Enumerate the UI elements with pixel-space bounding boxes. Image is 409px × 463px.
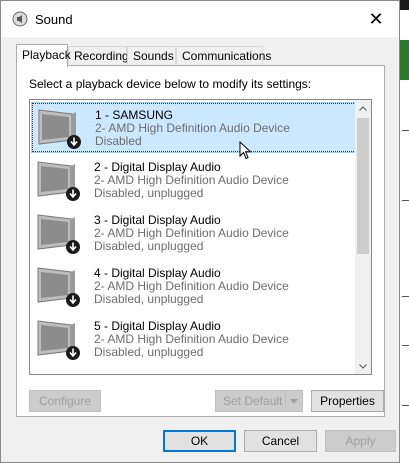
device-description: 2- AMD High Definition Audio Device — [94, 226, 289, 240]
button-label: Apply — [345, 434, 376, 448]
set-default-dropdown[interactable] — [285, 391, 302, 411]
monitor-speaker-icon — [38, 109, 81, 149]
background-green-block — [400, 40, 409, 80]
scroll-up-button[interactable] — [355, 100, 371, 116]
close-icon: ✕ — [368, 8, 384, 29]
instruction-text: Select a playback device below to modify… — [29, 77, 312, 91]
button-label: Set Default — [223, 394, 283, 408]
configure-button[interactable]: Configure — [29, 390, 101, 412]
device-item-digital-display-5[interactable]: 5 - Digital Display Audio 2- AMD High De… — [31, 314, 361, 365]
set-default-button[interactable]: Set Default — [215, 390, 303, 412]
device-description: 2- AMD High Definition Audio Device — [95, 121, 290, 135]
scroll-down-button[interactable] — [355, 358, 371, 374]
device-item-digital-display-3[interactable]: 3 - Digital Display Audio 2- AMD High De… — [31, 208, 361, 259]
background-line — [402, 200, 409, 201]
mouse-cursor-icon — [239, 141, 252, 160]
device-item-digital-display-4[interactable]: 4 - Digital Display Audio 2- AMD High De… — [31, 261, 361, 312]
device-name: 3 - Digital Display Audio — [94, 213, 221, 227]
title-bar[interactable]: Sound ✕ — [1, 1, 399, 37]
tab-label: Communications — [182, 49, 272, 63]
device-description: 2- AMD High Definition Audio Device — [94, 332, 289, 346]
tab-playback[interactable]: Playback — [16, 44, 71, 67]
tab-label: Recording — [74, 49, 129, 63]
device-list[interactable]: 1 - SAMSUNG 2- AMD High Definition Audio… — [29, 99, 372, 375]
button-label: OK — [190, 434, 209, 448]
cancel-button[interactable]: Cancel — [244, 430, 317, 452]
tab-label: Sounds — [133, 49, 174, 63]
background-line — [402, 405, 409, 406]
device-status: Disabled, unplugged — [94, 186, 204, 200]
tab-communications[interactable]: Communications — [176, 46, 271, 64]
apply-button[interactable]: Apply — [325, 430, 396, 452]
tab-label: Playback — [22, 48, 71, 62]
monitor-speaker-icon — [37, 267, 80, 307]
scroll-thumb[interactable] — [357, 118, 369, 254]
device-item-samsung[interactable]: 1 - SAMSUNG 2- AMD High Definition Audio… — [31, 102, 361, 153]
monitor-speaker-icon — [37, 320, 80, 360]
background-line — [402, 130, 409, 131]
device-name: 2 - Digital Display Audio — [94, 160, 221, 174]
button-label: Cancel — [261, 434, 300, 448]
playback-panel: Select a playback device below to modify… — [16, 65, 385, 417]
tab-sounds[interactable]: Sounds — [127, 46, 176, 64]
sound-dialog: Sound ✕ Playback Recording Sounds Commun… — [0, 0, 400, 463]
device-status: Disabled, unplugged — [94, 345, 204, 359]
window-title: Sound — [35, 12, 73, 27]
button-label: Configure — [38, 394, 92, 408]
properties-button[interactable]: Properties — [311, 390, 384, 412]
device-name: 4 - Digital Display Audio — [94, 266, 221, 280]
monitor-speaker-icon — [37, 214, 80, 254]
ok-button[interactable]: OK — [163, 430, 236, 452]
device-name: 5 - Digital Display Audio — [94, 319, 221, 333]
background-line — [402, 345, 409, 346]
monitor-speaker-icon — [37, 161, 80, 201]
chevron-up-icon — [359, 105, 367, 111]
chevron-down-icon — [359, 363, 367, 369]
device-description: 2- AMD High Definition Audio Device — [94, 173, 289, 187]
speaker-icon — [12, 11, 28, 27]
background-window-edge — [400, 0, 409, 463]
device-status: Disabled, unplugged — [94, 239, 204, 253]
device-name: 1 - SAMSUNG — [95, 108, 174, 122]
tab-recording[interactable]: Recording — [68, 46, 129, 64]
device-status: Disabled — [95, 134, 142, 148]
vertical-scrollbar[interactable] — [355, 100, 371, 374]
device-description: 2- AMD High Definition Audio Device — [94, 279, 289, 293]
device-item-digital-display-2[interactable]: 2 - Digital Display Audio 2- AMD High De… — [31, 155, 361, 206]
chevron-down-icon — [290, 398, 298, 404]
device-status: Disabled, unplugged — [94, 292, 204, 306]
background-line — [402, 296, 409, 297]
close-button[interactable]: ✕ — [353, 1, 399, 37]
background-dark-block — [400, 0, 409, 10]
button-label: Properties — [320, 394, 375, 408]
